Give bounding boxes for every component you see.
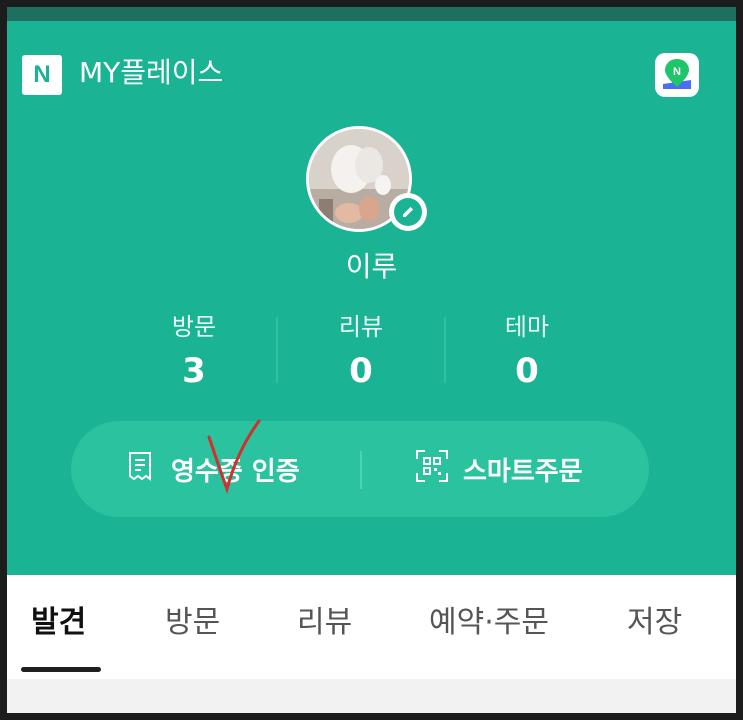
stat-label: 방문: [171, 313, 217, 341]
tab-reservations-orders[interactable]: 예약·주문: [429, 603, 549, 643]
smart-order-button[interactable]: 스마트주문: [415, 421, 583, 517]
page-title: MY플레이스: [79, 56, 224, 89]
tab-bar: 발견 방문 리뷰 예약·주문 저장: [7, 575, 736, 679]
stat-value: 0: [349, 351, 373, 391]
tab-discover[interactable]: 발견: [31, 603, 86, 643]
stat-value: 3: [182, 351, 206, 391]
tab-visits[interactable]: 방문: [165, 603, 220, 643]
stat-themes[interactable]: 테마 0: [457, 310, 597, 394]
stat-divider: [444, 317, 446, 383]
content-area: [7, 679, 736, 713]
tab-reviews[interactable]: 리뷰: [297, 603, 352, 643]
naver-logo-icon[interactable]: N: [22, 55, 62, 95]
action-pill: 영수증 인증 스마트주문: [71, 421, 649, 517]
qr-code-icon: [415, 449, 449, 490]
app-frame: N MY플레이스 N 이루 방문 3 리뷰 0 테마 0 영수증 인증 스마트주…: [7, 7, 736, 713]
active-tab-indicator: [21, 667, 101, 672]
logo-letter: N: [33, 61, 51, 88]
pill-divider: [360, 451, 362, 489]
svg-text:N: N: [673, 66, 681, 78]
pencil-icon: [394, 198, 422, 226]
red-checkmark: [207, 419, 261, 494]
receipt-icon: [127, 451, 153, 488]
status-strip: [7, 7, 736, 21]
stat-label: 리뷰: [338, 313, 384, 341]
stat-value: 0: [515, 351, 539, 391]
smart-order-label: 스마트주문: [463, 456, 583, 487]
profile-username: 이루: [345, 250, 398, 283]
stat-divider: [276, 317, 278, 383]
tab-saved[interactable]: 저장: [627, 603, 682, 643]
profile-header: N MY플레이스 N 이루 방문 3 리뷰 0 테마 0 영수증 인증 스마트주…: [7, 7, 736, 575]
stat-visits[interactable]: 방문 3: [124, 310, 264, 394]
edit-profile-button[interactable]: [389, 193, 427, 231]
stat-reviews[interactable]: 리뷰 0: [291, 310, 431, 394]
naver-map-icon[interactable]: N: [655, 53, 699, 97]
stat-label: 테마: [504, 313, 550, 341]
